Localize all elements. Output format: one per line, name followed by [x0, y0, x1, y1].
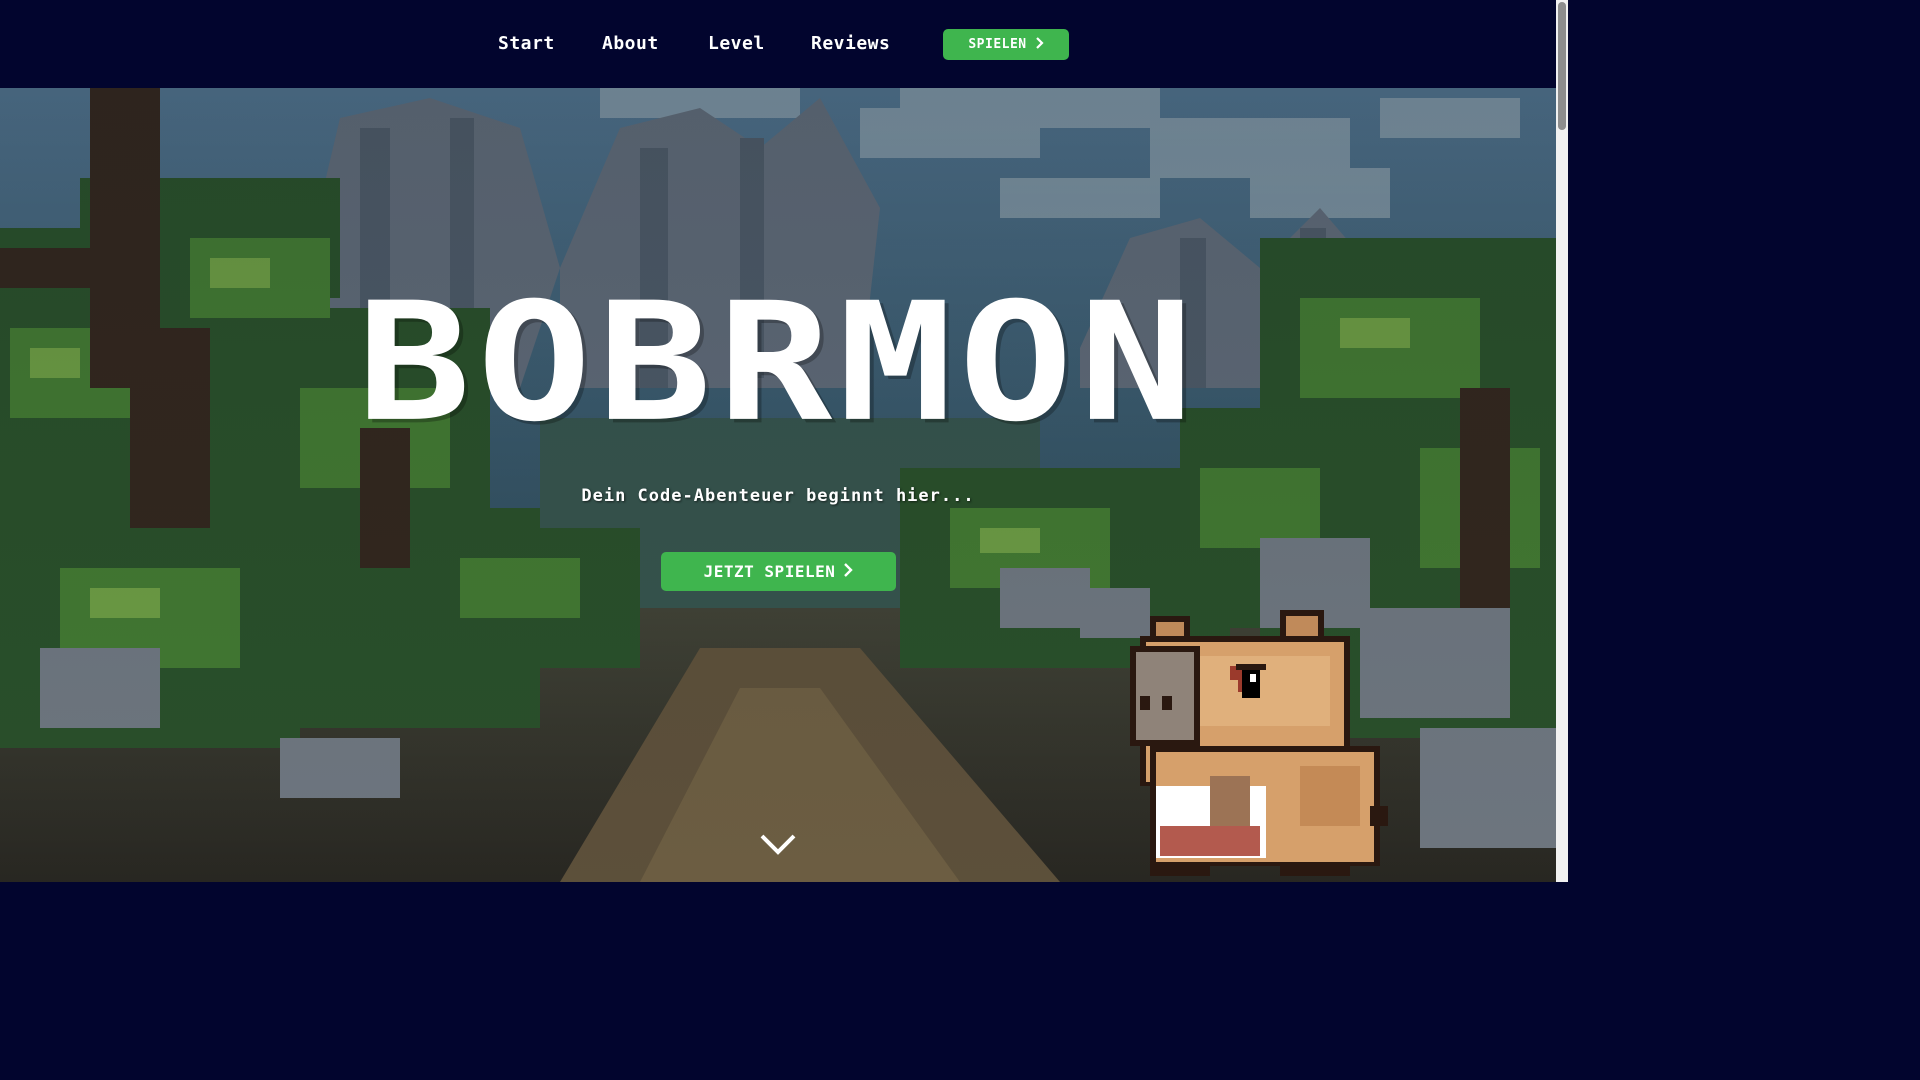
play-now-button[interactable]: JETZT SPIELEN: [661, 552, 896, 591]
hero-subtitle: Dein Code-Abenteuer beginnt hier...: [581, 486, 975, 506]
nav-play-button[interactable]: SPIELEN: [943, 29, 1069, 60]
chevron-right-icon: [843, 562, 854, 581]
top-navigation: Start About Level Reviews SPIELEN: [0, 0, 1556, 88]
capybara-mascot: [1120, 596, 1392, 882]
nav-play-label: SPIELEN: [968, 37, 1027, 52]
nav-link-level[interactable]: Level: [708, 31, 765, 57]
chevron-down-icon[interactable]: [758, 830, 798, 858]
nav-link-reviews[interactable]: Reviews: [811, 31, 890, 57]
nav-link-start[interactable]: Start: [498, 31, 555, 57]
page-scrollbar[interactable]: [1556, 0, 1568, 882]
hero-section: BOBRMON Dein Code-Abenteuer beginnt hier…: [0, 88, 1556, 882]
play-now-label: JETZT SPIELEN: [703, 562, 836, 581]
hero-title: BOBRMON: [356, 267, 1200, 458]
chevron-right-icon: [1035, 36, 1044, 53]
scrollbar-thumb[interactable]: [1558, 2, 1566, 130]
nav-link-about[interactable]: About: [602, 31, 659, 57]
